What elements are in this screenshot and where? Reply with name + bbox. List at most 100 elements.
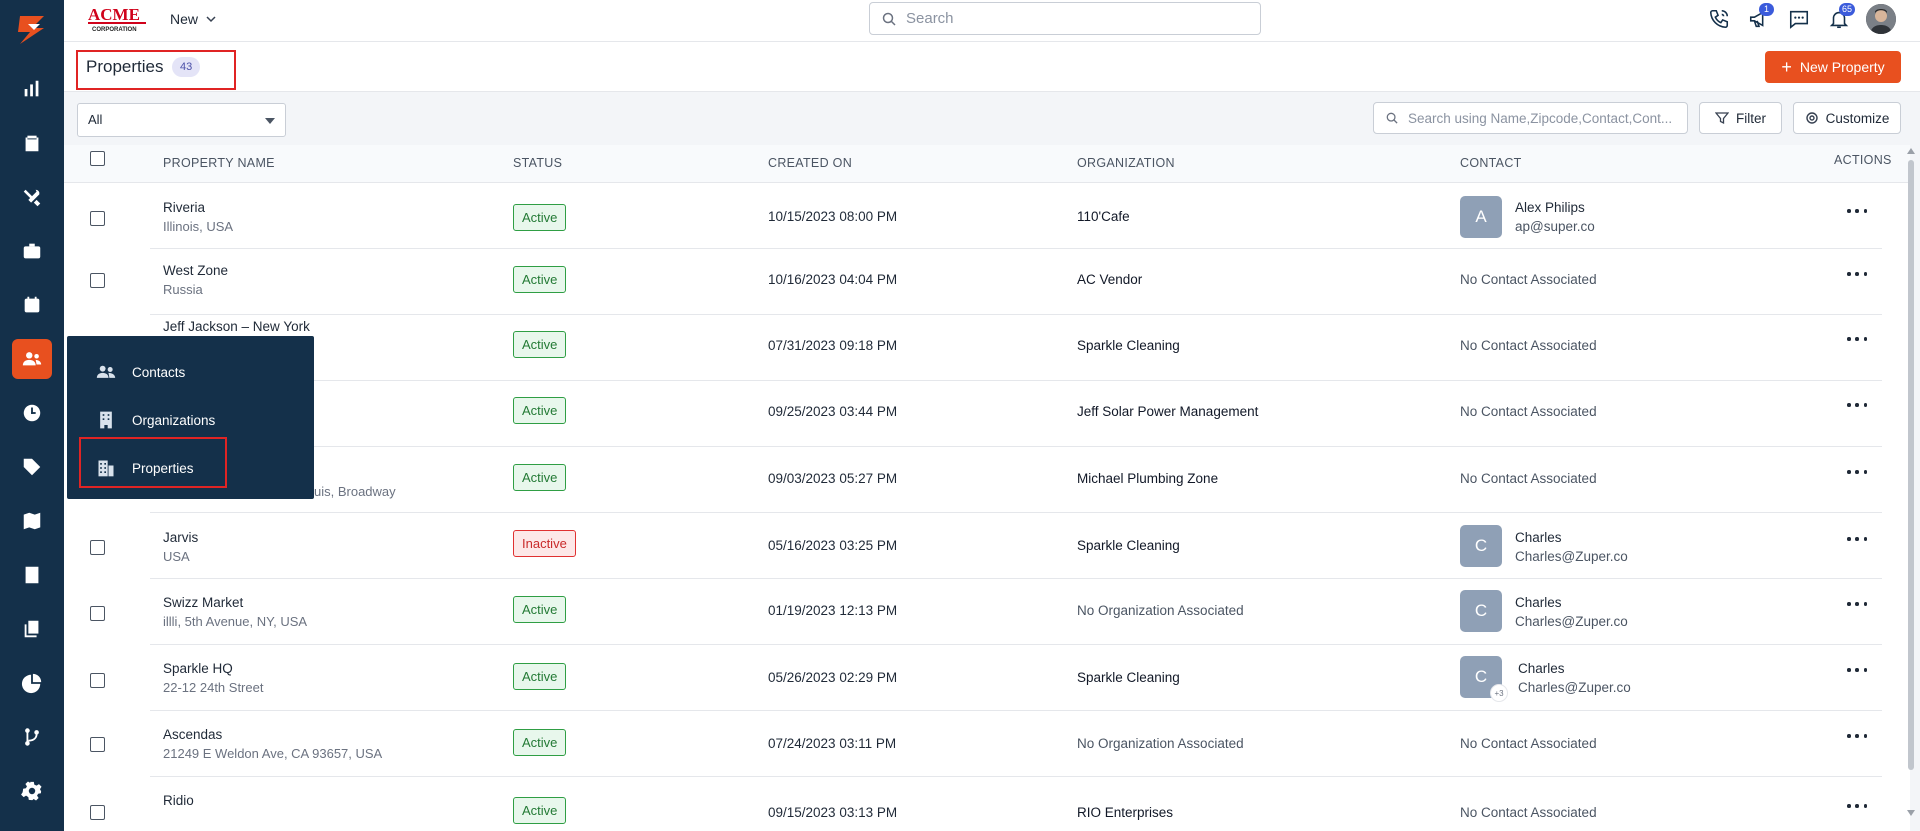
row-actions-menu[interactable] [1847, 399, 1867, 411]
row-actions-menu[interactable] [1847, 205, 1867, 217]
row-actions-menu[interactable] [1847, 533, 1867, 545]
contact-name[interactable]: Charles [1518, 661, 1565, 676]
flyout-item-contacts[interactable]: Contacts [67, 350, 314, 394]
nav-map[interactable] [12, 501, 52, 541]
row-checkbox[interactable] [90, 805, 105, 820]
column-header-contact[interactable]: CONTACT [1460, 156, 1522, 170]
view-filter-select[interactable]: All [77, 103, 286, 137]
organization-name: No Organization Associated [1077, 736, 1244, 751]
property-search-input[interactable] [1407, 110, 1687, 126]
row-checkbox[interactable] [90, 606, 105, 621]
row-checkbox[interactable] [90, 211, 105, 226]
customize-button[interactable]: Customize [1793, 102, 1901, 134]
nav-reports[interactable] [12, 663, 52, 703]
table-row[interactable]: Jeff Jackson – New York Active 07/31/202… [64, 315, 1910, 381]
property-name[interactable]: West Zone [163, 263, 228, 278]
organization-name[interactable]: Sparkle Cleaning [1077, 670, 1180, 685]
organization-name[interactable]: RIO Enterprises [1077, 805, 1173, 820]
contact-name[interactable]: Charles [1515, 595, 1562, 610]
column-header-status[interactable]: STATUS [513, 156, 562, 170]
table-row[interactable]: Jarvis USA Inactive 05/16/2023 03:25 PM … [64, 513, 1910, 579]
status-badge: Active [513, 266, 567, 293]
app-logo-icon[interactable] [14, 12, 50, 48]
nav-files[interactable] [12, 609, 52, 649]
filter-button[interactable]: Filter [1699, 102, 1782, 134]
organization-name[interactable]: Sparkle Cleaning [1077, 538, 1180, 553]
property-address: USA [163, 549, 190, 564]
row-checkbox[interactable] [90, 737, 105, 752]
table-row[interactable]: Active 09/25/2023 03:44 PM Jeff Solar Po… [64, 381, 1910, 447]
organization-name[interactable]: AC Vendor [1077, 272, 1142, 287]
property-name[interactable]: Riveria [163, 200, 205, 215]
notifications-count-badge: 65 [1839, 3, 1856, 16]
contact-name[interactable]: Alex Philips [1515, 200, 1585, 215]
row-actions-menu[interactable] [1847, 730, 1867, 742]
acme-logo[interactable]: ACME CORPORATION [86, 3, 150, 33]
property-name[interactable]: Swizz Market [163, 595, 243, 610]
row-checkbox[interactable] [90, 540, 105, 555]
nav-invoices[interactable] [12, 555, 52, 595]
nav-briefcase[interactable] [12, 231, 52, 271]
column-header-created-on[interactable]: CREATED ON [768, 156, 852, 170]
status-badge: Inactive [513, 530, 576, 557]
global-search-input[interactable] [906, 10, 1236, 27]
scroll-up-arrow-icon[interactable] [1907, 148, 1915, 154]
clipboard-icon [25, 135, 39, 152]
row-actions-menu[interactable] [1847, 333, 1867, 345]
row-actions-menu[interactable] [1847, 598, 1867, 610]
property-search[interactable] [1373, 102, 1688, 134]
nav-workflow[interactable] [12, 717, 52, 757]
table-row[interactable]: uis, Broadway Active 09/03/2023 05:27 PM… [64, 447, 1910, 513]
document-icon [25, 566, 39, 584]
scroll-down-arrow-icon[interactable] [1907, 810, 1915, 816]
table-row[interactable]: Swizz Market illli, 5th Avenue, NY, USA … [64, 579, 1910, 645]
row-actions-menu[interactable] [1847, 800, 1867, 812]
user-avatar[interactable] [1866, 4, 1896, 34]
row-checkbox[interactable] [90, 273, 105, 288]
nav-jobs[interactable] [12, 123, 52, 163]
scroll-thumb[interactable] [1908, 160, 1914, 770]
nav-tools[interactable] [12, 178, 52, 218]
contact-email: ap@super.co [1515, 219, 1595, 234]
organization-name[interactable]: Sparkle Cleaning [1077, 338, 1180, 353]
property-name[interactable]: Jarvis [163, 530, 198, 545]
row-checkbox[interactable] [90, 673, 105, 688]
table-scrollbar[interactable] [1906, 148, 1916, 816]
select-all-checkbox[interactable] [90, 151, 105, 166]
column-header-property-name[interactable]: PROPERTY NAME [163, 156, 275, 170]
notifications-button[interactable]: 65 [1826, 3, 1856, 32]
organization-name[interactable]: 110'Cafe [1077, 209, 1130, 224]
nav-tags[interactable] [12, 447, 52, 487]
nav-dashboard[interactable] [12, 69, 52, 109]
announcements-button[interactable]: 1 [1746, 3, 1774, 32]
property-name[interactable]: Ridio [163, 793, 194, 808]
nav-timesheet[interactable] [12, 393, 52, 433]
column-header-organization[interactable]: ORGANIZATION [1077, 156, 1175, 170]
row-actions-menu[interactable] [1847, 664, 1867, 676]
nav-contacts[interactable] [12, 339, 52, 379]
row-actions-menu[interactable] [1847, 466, 1867, 478]
property-name[interactable]: Ascendas [163, 727, 222, 742]
organization-name[interactable]: Jeff Solar Power Management [1077, 404, 1258, 419]
property-name[interactable]: Sparkle HQ [163, 661, 233, 676]
table-row[interactable]: Ridio Active 09/15/2023 03:13 PM RIO Ent… [64, 777, 1910, 831]
chat-button[interactable] [1786, 6, 1812, 32]
new-property-button[interactable]: + New Property [1765, 51, 1901, 83]
new-menu-button[interactable]: New [170, 11, 216, 27]
row-actions-menu[interactable] [1847, 268, 1867, 280]
table-row[interactable]: West Zone Russia Active 10/16/2023 04:04… [64, 249, 1910, 315]
nav-calendar[interactable] [12, 285, 52, 325]
nav-settings[interactable] [12, 771, 52, 811]
organization-name[interactable]: Michael Plumbing Zone [1077, 471, 1218, 486]
additional-contacts-badge[interactable]: +3 [1490, 684, 1508, 702]
contact-name[interactable]: Charles [1515, 530, 1562, 545]
table-row[interactable]: Riveria Illinois, USA Active 10/15/2023 … [64, 183, 1910, 249]
flyout-item-organizations[interactable]: Organizations [67, 398, 314, 442]
table-row[interactable]: Sparkle HQ 22-12 24th Street Active 05/2… [64, 645, 1910, 711]
property-name[interactable]: Jeff Jackson – New York [163, 319, 310, 334]
contact-email: Charles@Zuper.co [1518, 680, 1631, 695]
phone-button[interactable] [1706, 6, 1732, 32]
table-row[interactable]: Ascendas 21249 E Weldon Ave, CA 93657, U… [64, 711, 1910, 777]
status-badge: Active [513, 464, 567, 491]
global-search[interactable] [869, 2, 1261, 35]
